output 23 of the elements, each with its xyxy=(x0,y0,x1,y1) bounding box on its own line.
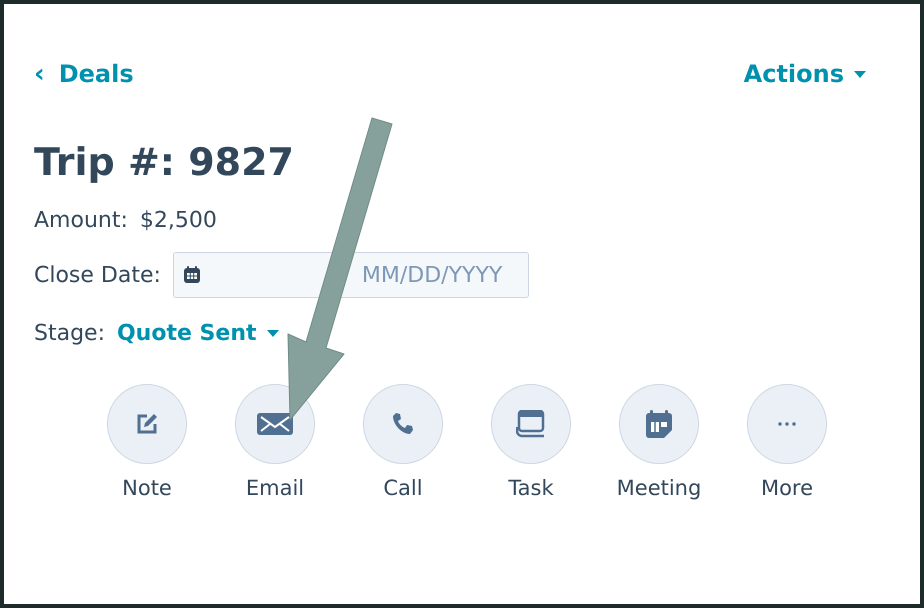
activity-label: Call xyxy=(383,476,423,500)
date-field[interactable]: MM/DD/YYYY xyxy=(172,252,529,298)
more-icon xyxy=(778,422,796,426)
field-label: Close Date: xyxy=(34,262,161,288)
field-value: $2,500 xyxy=(140,208,217,232)
field-label: Amount: xyxy=(34,208,128,232)
edit-icon xyxy=(136,413,158,435)
activity-label: Meeting xyxy=(616,476,702,500)
task-icon xyxy=(516,410,546,438)
calendar-icon xyxy=(646,410,672,438)
envelope-icon xyxy=(257,413,293,435)
activity-label: Task xyxy=(508,476,554,500)
activity-label: More xyxy=(760,476,814,500)
deal-title: Trip #: 9827 xyxy=(34,140,295,184)
back-link[interactable]: ‹ Deals xyxy=(34,60,134,88)
activity-label: Email xyxy=(246,476,304,500)
stage-dropdown[interactable]: Quote Sent xyxy=(116,320,279,346)
caret-icon xyxy=(266,330,279,336)
actions-dropdown[interactable]: Actions xyxy=(744,60,866,88)
activity-label: Note xyxy=(122,476,172,500)
phone-icon xyxy=(391,412,415,436)
caret-icon xyxy=(854,70,866,78)
field-label: Stage: xyxy=(34,320,105,346)
